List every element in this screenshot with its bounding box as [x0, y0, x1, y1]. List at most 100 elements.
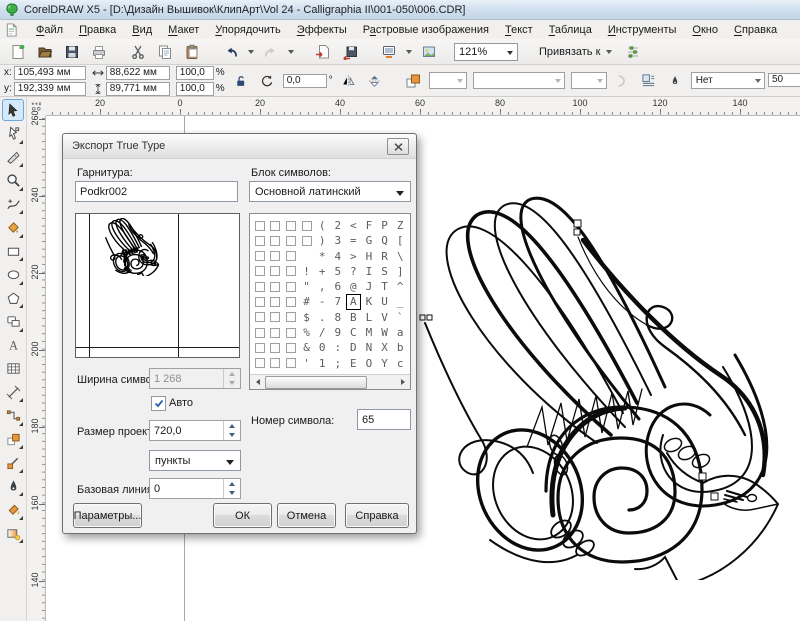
charset-checkbox[interactable]	[255, 282, 265, 292]
scroll-right-icon[interactable]	[396, 376, 409, 388]
scale-y-input[interactable]: 100,0	[176, 82, 214, 96]
menu-item-4[interactable]: Упорядочить	[207, 22, 288, 38]
charset-checkbox[interactable]	[270, 297, 280, 307]
char-cell[interactable]: K	[361, 294, 377, 309]
char-cell[interactable]: _	[392, 294, 408, 309]
ok-button[interactable]: ОК	[213, 503, 272, 528]
toolbox-basic-shapes-tool[interactable]	[2, 311, 24, 333]
vertical-ruler[interactable]: 260240220200180160140	[27, 116, 46, 621]
redo-dropdown-arrow[interactable]	[288, 50, 294, 54]
toolbox-freehand-tool[interactable]	[2, 193, 24, 215]
project-size-spinner[interactable]: 720,0	[149, 420, 241, 441]
char-cell[interactable]: @	[346, 279, 362, 294]
units-combo[interactable]: пункты	[149, 450, 241, 471]
charset-checkbox[interactable]	[270, 251, 280, 261]
baseline-spinner[interactable]: 0	[149, 478, 241, 499]
char-cell[interactable]: =	[346, 233, 362, 248]
char-cell[interactable]: /	[314, 325, 330, 340]
char-cell[interactable]: b	[392, 340, 408, 355]
char-cell[interactable]: M	[361, 325, 377, 340]
redo-button[interactable]	[259, 41, 283, 63]
calligraphic-bird-drawing[interactable]	[415, 195, 800, 580]
char-cell[interactable]: G	[361, 233, 377, 248]
char-cell[interactable]: U	[377, 294, 393, 309]
toolbox-smart-fill-tool[interactable]	[2, 217, 24, 239]
save-button[interactable]	[60, 41, 84, 63]
empty-font-combo[interactable]	[473, 72, 565, 89]
char-cell[interactable]: &	[299, 340, 315, 355]
toolbox-zoom-tool[interactable]	[2, 170, 24, 192]
char-cell[interactable]: a	[392, 325, 408, 340]
charset-checkbox[interactable]	[286, 266, 296, 276]
char-cell[interactable]: *	[314, 249, 330, 264]
char-cell[interactable]: "	[299, 279, 315, 294]
char-cell[interactable]: ;	[330, 356, 346, 371]
charset-checkbox[interactable]	[286, 328, 296, 338]
char-cell[interactable]: F	[361, 218, 377, 233]
charset-checkbox[interactable]	[302, 221, 312, 231]
char-cell[interactable]: )	[314, 233, 330, 248]
char-cell[interactable]: Z	[392, 218, 408, 233]
char-cell[interactable]: E	[346, 356, 362, 371]
scrollbar-thumb[interactable]	[265, 376, 367, 389]
char-cell[interactable]: [	[392, 233, 408, 248]
lock-ratio-icon[interactable]	[231, 71, 251, 91]
char-cell[interactable]: >	[346, 249, 362, 264]
char-cell[interactable]: .	[314, 310, 330, 325]
toolbox-blend-tool[interactable]	[2, 428, 24, 450]
toolbox-crop-tool[interactable]	[2, 146, 24, 168]
charset-checkbox[interactable]	[286, 251, 296, 261]
menu-item-7[interactable]: Текст	[497, 22, 541, 38]
menu-item-8[interactable]: Таблица	[541, 22, 600, 38]
snap-to-dropdown[interactable]: Привязать к	[539, 46, 614, 58]
charset-checkbox[interactable]	[286, 312, 296, 322]
char-cell[interactable]: H	[361, 249, 377, 264]
char-cell[interactable]: '	[299, 356, 315, 371]
print-button[interactable]	[87, 41, 111, 63]
char-width-spinner[interactable]: 1 268	[149, 368, 241, 389]
copy-button[interactable]	[153, 41, 177, 63]
toolbox-polygon-tool[interactable]	[2, 287, 24, 309]
char-cell[interactable]: B	[346, 310, 362, 325]
char-cell[interactable]: 1	[314, 356, 330, 371]
charset-checkbox[interactable]	[255, 328, 265, 338]
font-name-input[interactable]: Podkr002	[75, 181, 238, 202]
horizontal-ruler[interactable]: 20020406080100120140	[46, 97, 800, 116]
mirror-horizontal-icon[interactable]	[339, 71, 359, 91]
app-launcher-dropdown-arrow[interactable]	[406, 50, 412, 54]
char-cell[interactable]: 9	[330, 325, 346, 340]
char-cell[interactable]: <	[346, 218, 362, 233]
menu-item-0[interactable]: Файл	[28, 22, 71, 38]
menu-item-2[interactable]: Вид	[124, 22, 160, 38]
toolbox-dimension-tool[interactable]	[2, 381, 24, 403]
charset-checkbox[interactable]	[286, 282, 296, 292]
charset-checkbox[interactable]	[270, 236, 280, 246]
charset-checkbox[interactable]	[286, 236, 296, 246]
char-cell[interactable]: J	[361, 279, 377, 294]
object-height-input[interactable]: 89,771 мм	[106, 82, 170, 96]
help-button[interactable]: Справка	[345, 503, 409, 528]
order-objects-icon[interactable]	[403, 71, 423, 91]
char-cell[interactable]: I	[361, 264, 377, 279]
mirror-vertical-icon[interactable]	[365, 71, 385, 91]
char-cell[interactable]: 6	[330, 279, 346, 294]
char-cell[interactable]: \	[392, 249, 408, 264]
char-cell[interactable]: S	[377, 264, 393, 279]
char-cell[interactable]: 8	[330, 310, 346, 325]
char-cell[interactable]: N	[361, 340, 377, 355]
char-cell[interactable]: C	[346, 325, 362, 340]
new-button[interactable]	[6, 41, 30, 63]
char-cell[interactable]: +	[314, 264, 330, 279]
charset-checkbox[interactable]	[255, 297, 265, 307]
auto-checkbox[interactable]	[151, 396, 166, 411]
toolbox-pick-tool[interactable]	[2, 99, 24, 121]
char-cell[interactable]: ?	[346, 264, 362, 279]
menu-item-10[interactable]: Окно	[684, 22, 726, 38]
rotation-angle-input[interactable]: 0,0	[283, 74, 327, 88]
dialog-titlebar[interactable]: Экспорт True Type	[63, 134, 416, 159]
charset-checkbox[interactable]	[255, 236, 265, 246]
char-cell[interactable]: R	[377, 249, 393, 264]
charset-checkbox[interactable]	[286, 221, 296, 231]
snap-options-icon[interactable]	[625, 44, 641, 60]
charset-checkbox[interactable]	[302, 236, 312, 246]
